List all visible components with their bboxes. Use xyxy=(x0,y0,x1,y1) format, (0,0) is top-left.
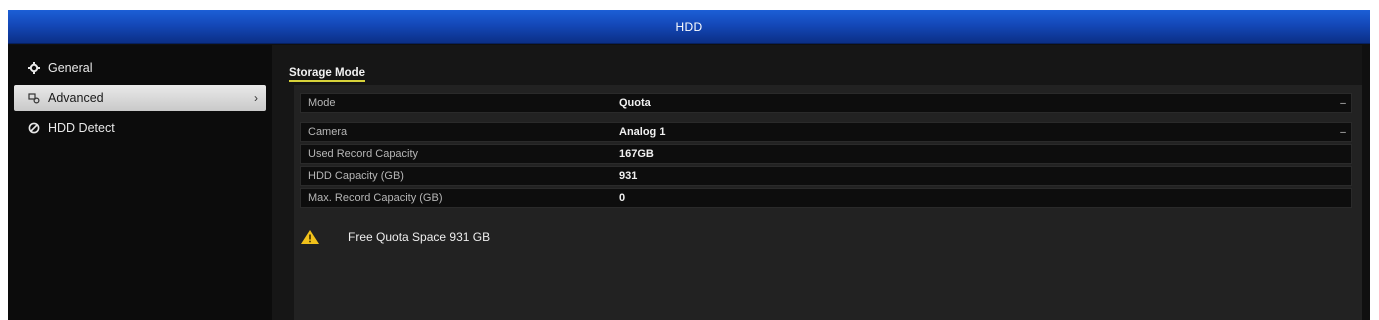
sidebar-item-label: Advanced xyxy=(48,91,104,105)
dropdown-caret-icon: – xyxy=(1340,97,1346,109)
hdd-window: HDD General Advanced › HDD Detect Storag… xyxy=(8,10,1370,320)
sidebar-item-hdd-detect[interactable]: HDD Detect xyxy=(14,115,266,141)
field-value: 167GB xyxy=(619,148,654,160)
field-label: Mode xyxy=(308,97,336,109)
max-record-capacity-input[interactable]: Max. Record Capacity (GB) 0 xyxy=(300,188,1352,208)
field-label: Camera xyxy=(308,126,348,138)
gear-icon xyxy=(26,62,42,74)
field-value: 931 xyxy=(619,170,638,182)
hdd-capacity-row: HDD Capacity (GB) 931 xyxy=(300,166,1352,186)
camera-select[interactable]: Camera Analog 1 – xyxy=(300,122,1352,142)
mode-select[interactable]: Mode Quota – xyxy=(300,93,1352,113)
dropdown-caret-icon: – xyxy=(1340,126,1346,138)
field-value: Analog 1 xyxy=(619,126,666,138)
detect-icon xyxy=(26,122,42,134)
sidebar: General Advanced › HDD Detect xyxy=(8,45,272,320)
main-content: Storage Mode Mode Quota – Camera Analog … xyxy=(286,45,1362,320)
field-label: Used Record Capacity xyxy=(308,148,419,160)
chevron-right-icon: › xyxy=(254,91,258,105)
window-title: HDD xyxy=(8,10,1370,44)
field-label: Max. Record Capacity (GB) xyxy=(308,192,443,204)
sidebar-item-label: General xyxy=(48,61,93,75)
used-record-capacity-row: Used Record Capacity 167GB xyxy=(300,144,1352,164)
splitter xyxy=(272,45,286,320)
sidebar-item-label: HDD Detect xyxy=(48,121,115,135)
sidebar-item-general[interactable]: General xyxy=(14,55,266,81)
advanced-icon xyxy=(26,92,42,104)
sidebar-item-advanced[interactable]: Advanced › xyxy=(14,85,266,111)
quota-notice: Free Quota Space 931 GB xyxy=(300,228,490,246)
notice-text: Free Quota Space 931 GB xyxy=(348,230,491,244)
section-title: Storage Mode xyxy=(289,67,366,82)
field-label: HDD Capacity (GB) xyxy=(308,170,404,182)
field-value: 0 xyxy=(619,192,626,204)
storage-mode-panel: Mode Quota – Camera Analog 1 – Used Reco… xyxy=(294,85,1362,320)
warning-icon xyxy=(300,228,324,246)
field-value: Quota xyxy=(619,97,651,109)
